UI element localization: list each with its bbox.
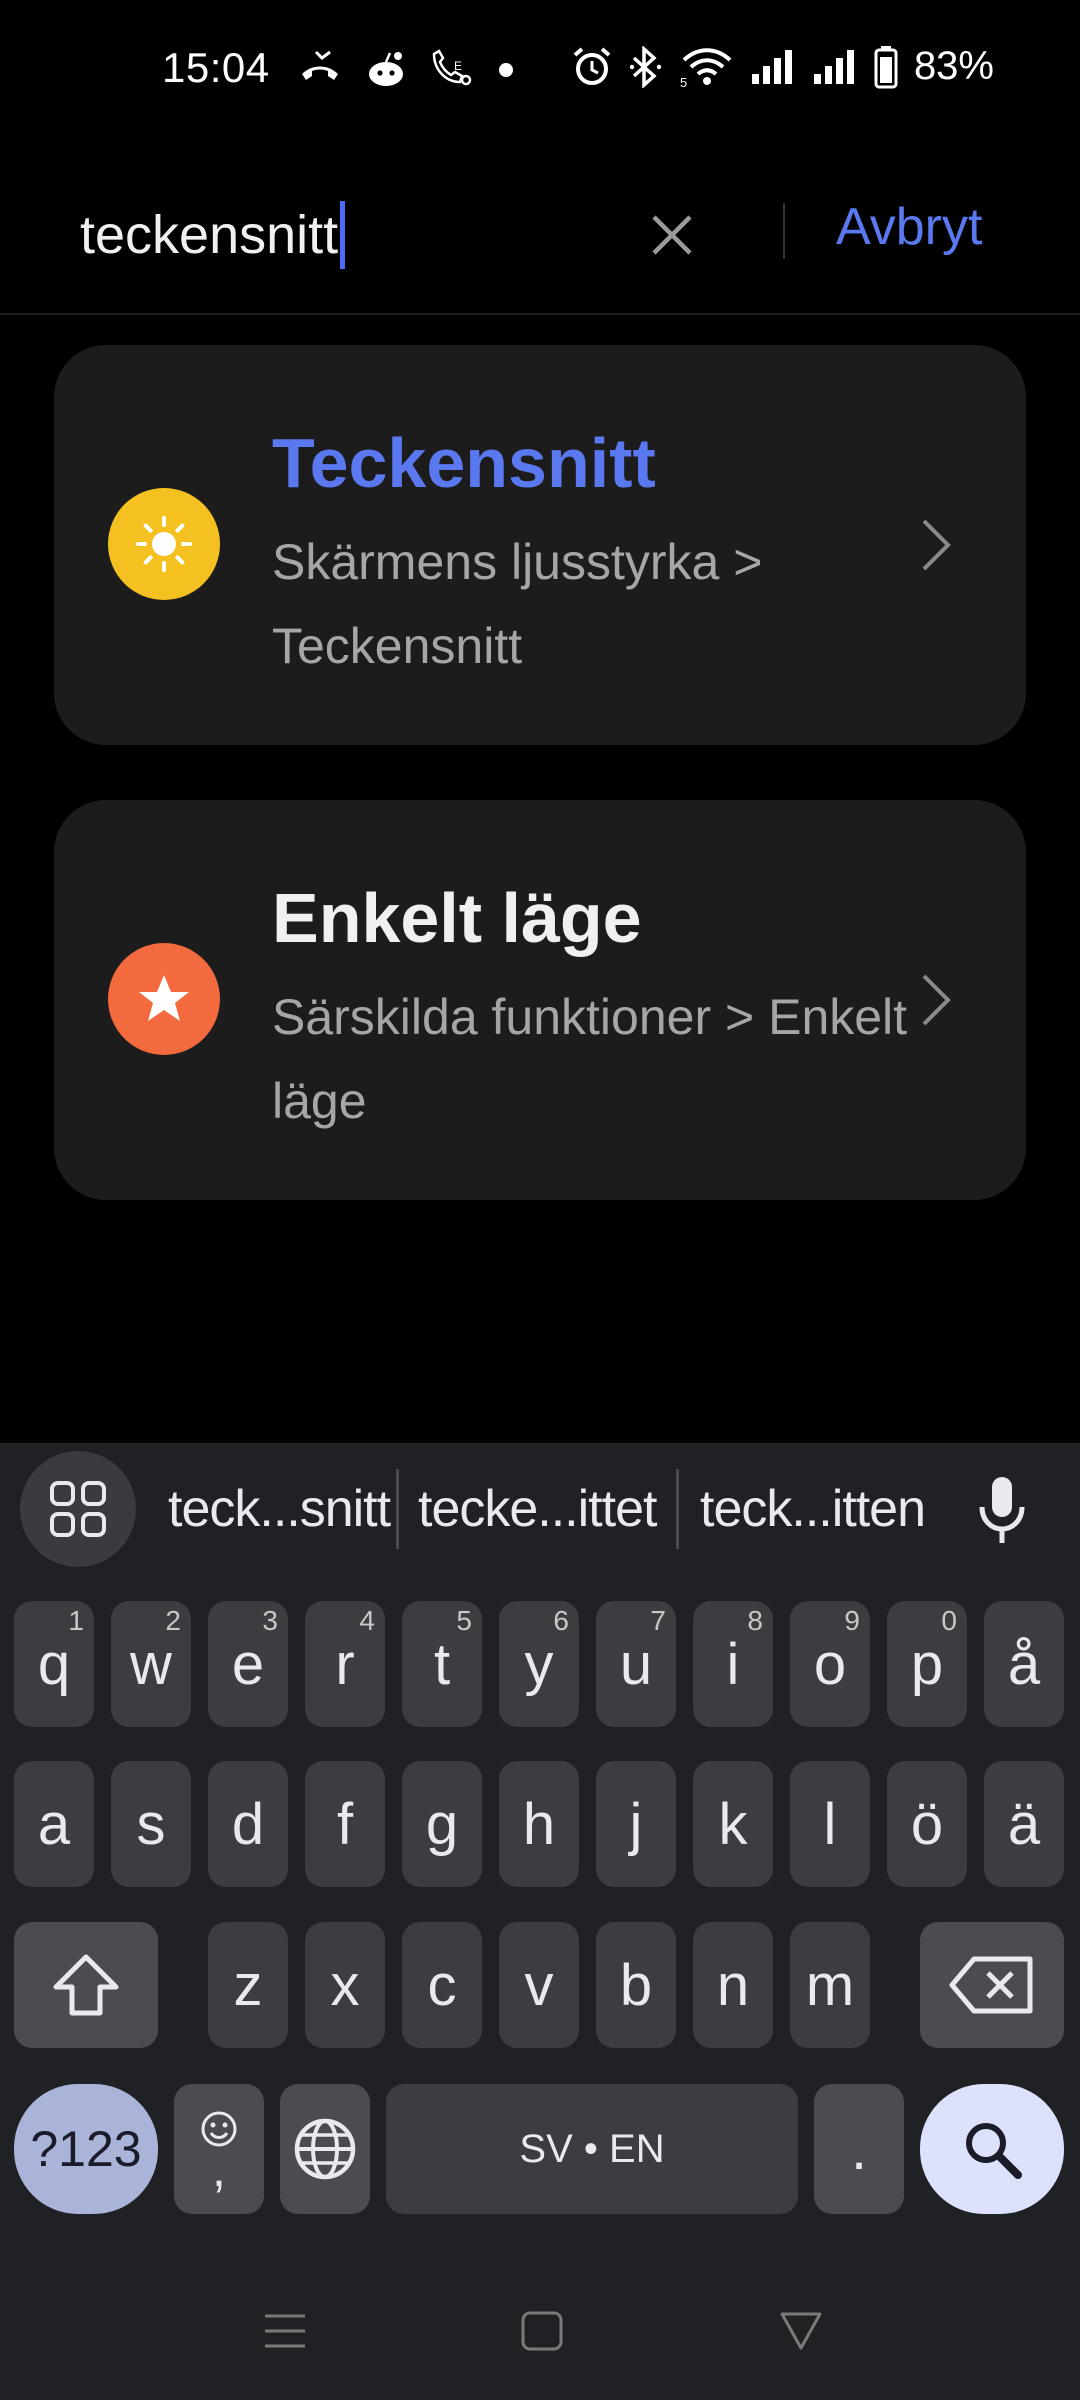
search-icon xyxy=(966,2123,1022,2179)
key-n[interactable]: n xyxy=(693,1922,773,2048)
key-x[interactable]: x xyxy=(305,1922,385,2048)
dot-icon xyxy=(499,63,513,77)
notification-icons: E xyxy=(298,48,516,88)
result-path: Särskilda funktioner > Enkelt läge xyxy=(272,989,908,1129)
key-w[interactable]: w2 xyxy=(111,1601,191,1727)
status-bar: 15:04 E 5 83% xyxy=(0,0,1080,145)
key-i[interactable]: i8 xyxy=(693,1601,773,1727)
key-q[interactable]: q1 xyxy=(14,1601,94,1727)
key-b[interactable]: b xyxy=(596,1922,676,2048)
home-icon[interactable] xyxy=(520,2308,564,2354)
shift-icon xyxy=(53,1954,119,2016)
status-time: 15:04 xyxy=(162,44,270,91)
comma-label: , xyxy=(212,2141,226,2197)
period-key[interactable]: . xyxy=(814,2084,904,2214)
bluetooth-icon xyxy=(629,45,662,88)
search-result-item[interactable]: Teckensnitt Skärmens ljusstyrka > Tecken… xyxy=(54,345,1026,745)
key-s[interactable]: s xyxy=(111,1761,191,1887)
key-p[interactable]: p0 xyxy=(887,1601,967,1727)
key-e[interactable]: e3 xyxy=(208,1601,288,1727)
symbols-key[interactable]: ?123 xyxy=(14,2084,158,2214)
back-icon[interactable] xyxy=(778,2308,824,2354)
battery-icon xyxy=(874,45,898,88)
key-f[interactable]: f xyxy=(305,1761,385,1887)
result-title: Enkelt läge xyxy=(272,879,642,957)
key-y[interactable]: y6 xyxy=(499,1601,579,1727)
key-j[interactable]: j xyxy=(596,1761,676,1887)
key-u[interactable]: u7 xyxy=(596,1601,676,1727)
battery-percent: 83% xyxy=(913,44,994,88)
suggestion-divider xyxy=(676,1469,679,1549)
missed-call-icon xyxy=(302,50,338,80)
chevron-right-icon xyxy=(922,974,951,1026)
key-a[interactable]: a xyxy=(14,1761,94,1887)
suggestion-divider xyxy=(396,1469,399,1549)
key-å[interactable]: å xyxy=(984,1601,1064,1727)
recents-icon[interactable] xyxy=(262,2308,308,2354)
search-key[interactable] xyxy=(920,2084,1064,2214)
clear-icon[interactable] xyxy=(640,203,704,267)
key-g[interactable]: g xyxy=(402,1761,482,1887)
key-r[interactable]: r4 xyxy=(305,1601,385,1727)
suggestion-2[interactable]: tecke...ittet xyxy=(418,1479,657,1539)
search-input-text: teckensnitt xyxy=(80,205,339,265)
emoji-comma-key[interactable]: , xyxy=(174,2084,264,2214)
search-result-item[interactable]: Enkelt läge Särskilda funktioner > Enkel… xyxy=(54,800,1026,1200)
keyboard: teck...snitt tecke...ittet teck...itten … xyxy=(0,1443,1080,2400)
key-d[interactable]: d xyxy=(208,1761,288,1887)
reddit-icon xyxy=(369,52,403,86)
search-bar: teckensnitt Avbryt xyxy=(0,145,1080,315)
space-key[interactable]: SV • EN xyxy=(386,2084,798,2214)
key-z[interactable]: z xyxy=(208,1922,288,2048)
search-divider xyxy=(783,203,785,259)
key-k[interactable]: k xyxy=(693,1761,773,1887)
search-input[interactable]: teckensnitt xyxy=(80,195,640,275)
key-ä[interactable]: ä xyxy=(984,1761,1064,1887)
shift-key[interactable] xyxy=(14,1922,158,2048)
mic-icon[interactable] xyxy=(970,1473,1034,1547)
svg-text:E: E xyxy=(454,59,462,73)
backspace-key[interactable] xyxy=(920,1922,1064,2048)
suggestion-3[interactable]: teck...itten xyxy=(700,1479,926,1539)
key-c[interactable]: c xyxy=(402,1922,482,2048)
key-v[interactable]: v xyxy=(499,1922,579,2048)
key-t[interactable]: t5 xyxy=(402,1601,482,1727)
result-path: Skärmens ljusstyrka > Teckensnitt xyxy=(272,534,763,674)
svg-text:5: 5 xyxy=(680,75,687,88)
key-m[interactable]: m xyxy=(790,1922,870,2048)
wifi-calling-icon: E xyxy=(432,49,472,86)
suggestion-strip: teck...snitt tecke...ittet teck...itten xyxy=(0,1443,1080,1573)
key-l[interactable]: l xyxy=(790,1761,870,1887)
alarm-icon xyxy=(573,46,611,85)
text-cursor xyxy=(340,201,346,269)
brightness-icon xyxy=(108,488,220,600)
globe-icon xyxy=(294,2118,356,2180)
key-ö[interactable]: ö xyxy=(887,1761,967,1887)
star-icon xyxy=(108,943,220,1055)
key-h[interactable]: h xyxy=(499,1761,579,1887)
suggestion-1[interactable]: teck...snitt xyxy=(168,1479,391,1539)
system-status-icons: 5 83% xyxy=(572,44,994,89)
navigation-bar xyxy=(0,2270,1080,2400)
grid-icon xyxy=(50,1481,106,1537)
language-key[interactable] xyxy=(280,2084,370,2214)
backspace-icon xyxy=(949,1956,1033,2014)
key-o[interactable]: o9 xyxy=(790,1601,870,1727)
wifi-icon: 5 xyxy=(680,47,732,88)
signal-icon xyxy=(751,49,792,84)
keyboard-apps-button[interactable] xyxy=(20,1451,136,1567)
cancel-button[interactable]: Avbryt xyxy=(836,197,982,257)
chevron-right-icon xyxy=(922,519,951,571)
result-title: Teckensnitt xyxy=(272,424,656,502)
signal-icon xyxy=(813,49,854,84)
